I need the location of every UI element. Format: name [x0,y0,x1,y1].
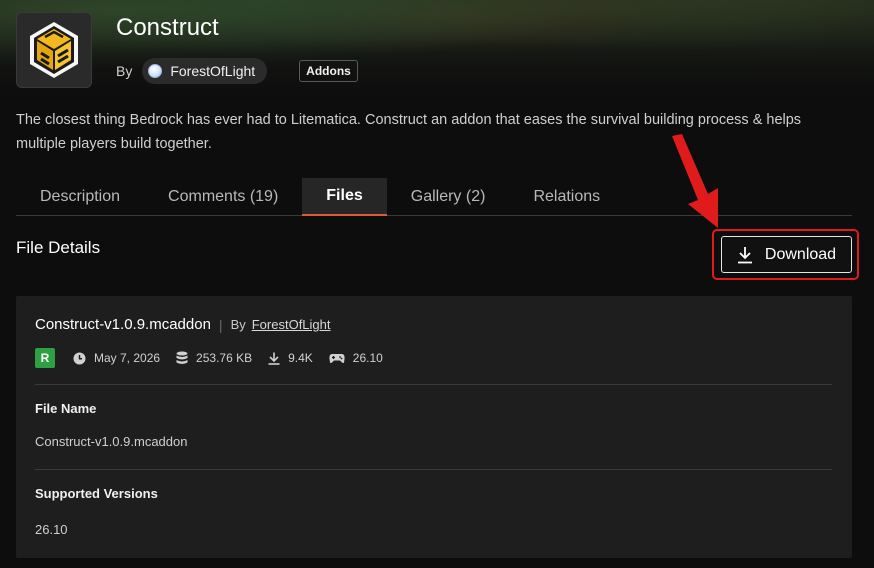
tab-relations[interactable]: Relations [509,178,624,216]
tab-description[interactable]: Description [16,178,144,216]
meta-downloads: 9.4K [268,351,313,365]
file-name-value: Construct-v1.0.9.mcaddon [35,434,188,449]
tab-files[interactable]: Files [302,178,387,216]
tab-comments[interactable]: Comments (19) [144,178,302,216]
file-author-link[interactable]: ForestOfLight [252,317,331,332]
supported-versions-value: 26.10 [35,522,68,537]
download-button[interactable]: Download [721,236,852,273]
download-count-icon [268,352,280,365]
release-type-badge: R [35,348,55,368]
divider [35,384,832,385]
project-byline: By ForestOfLight Addons [116,58,358,84]
game-version: 26.10 [352,351,383,365]
meta-date: May 7, 2026 [73,351,160,365]
file-meta: R May 7, 2026 253.76 KB 9.4K 26.10 [35,348,399,368]
file-date: May 7, 2026 [94,351,161,365]
file-size: 253.76 KB [196,351,253,365]
author-name: ForestOfLight [170,63,256,79]
download-label: Download [764,245,837,263]
by-label: By [116,63,133,79]
file-title: Construct-v1.0.9.mcaddon [35,316,211,333]
project-title: Construct [116,14,219,41]
file-name-label: File Name [35,401,97,416]
separator: | [218,316,223,333]
supported-versions-label: Supported Versions [35,486,158,501]
tab-gallery[interactable]: Gallery (2) [387,178,510,216]
clock-icon [73,352,86,364]
meta-size: 253.76 KB [176,351,252,365]
download-count: 9.4K [288,351,313,365]
file-header: Construct-v1.0.9.mcaddon | By ForestOfLi… [35,316,331,333]
avatar [148,64,163,78]
author-link[interactable]: ForestOfLight [142,58,268,84]
divider [35,469,832,470]
file-by-label: By [230,317,246,332]
file-card: Construct-v1.0.9.mcaddon | By ForestOfLi… [16,296,852,558]
section-title: File Details [16,238,101,257]
annotation-arrow [672,134,718,228]
download-icon [737,246,752,263]
construct-block-icon [30,22,78,78]
database-icon [176,351,188,364]
project-logo[interactable] [16,12,92,88]
meta-game-version: 26.10 [329,351,383,365]
gamepad-icon [329,353,345,363]
category-tag[interactable]: Addons [299,60,358,82]
